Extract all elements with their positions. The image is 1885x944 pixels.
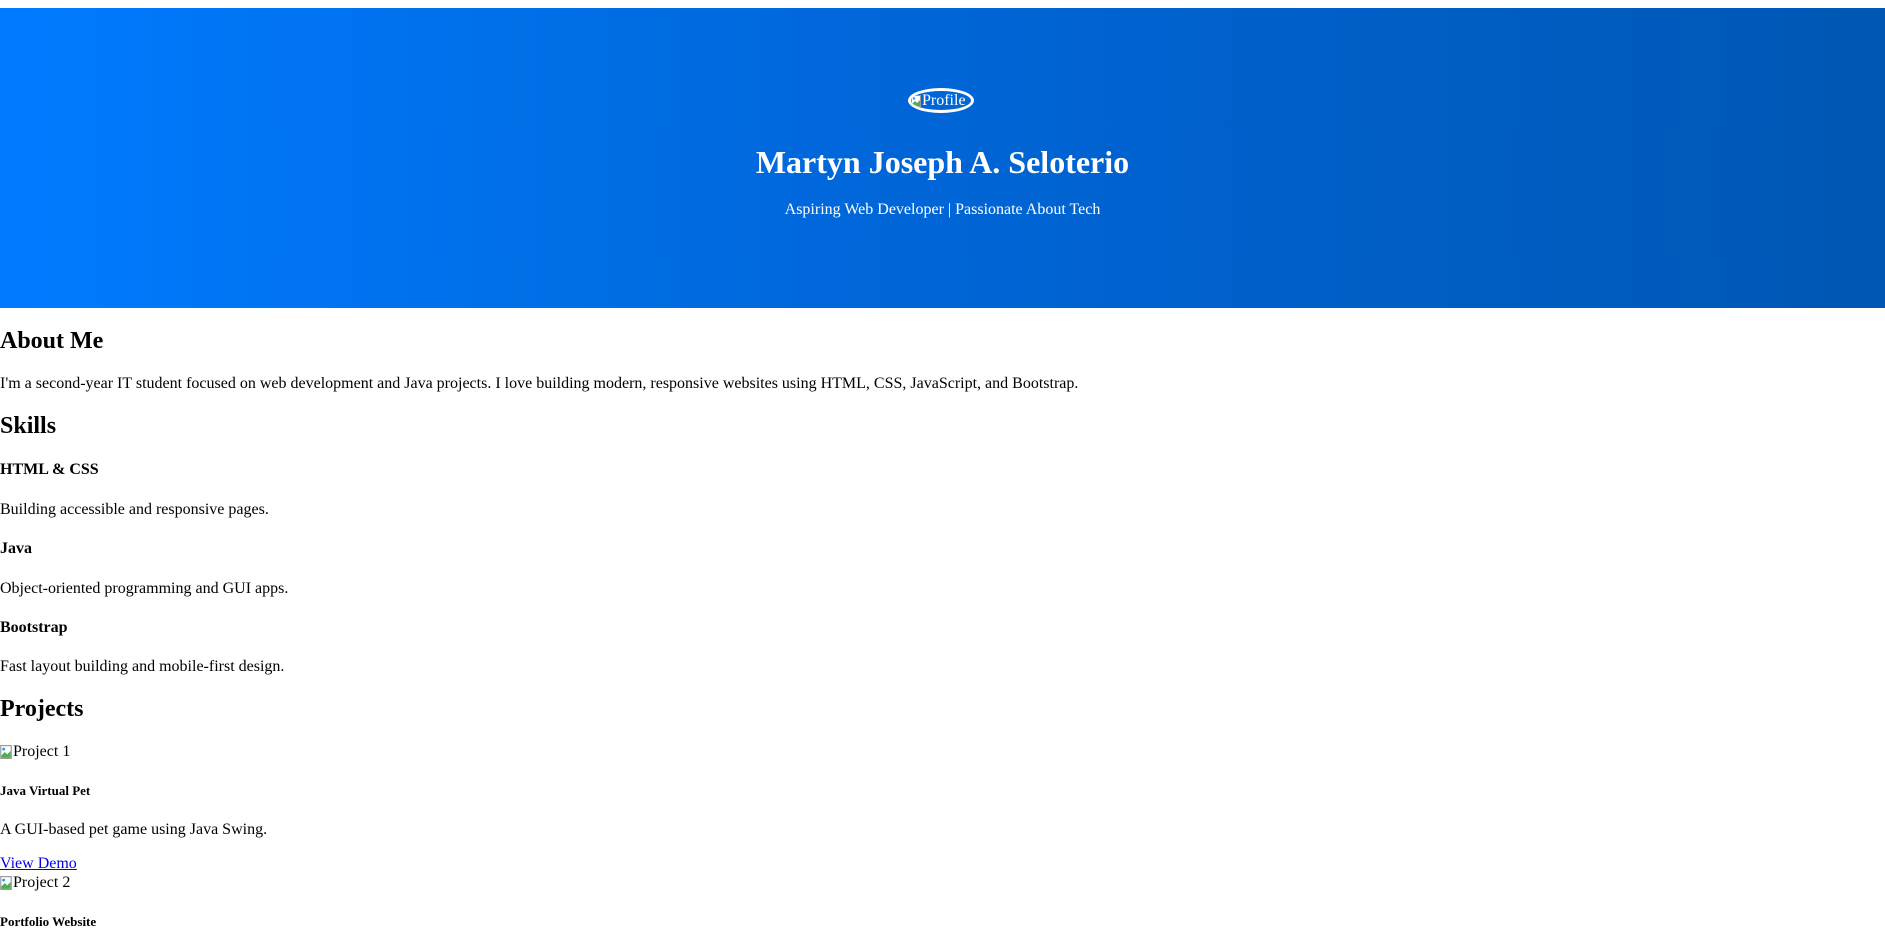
project-image-alt: Project 2 [13, 874, 71, 891]
project-image-alt: Project 1 [13, 743, 71, 760]
skill-name: HTML & CSS [0, 461, 99, 478]
project-name: Portfolio Website [0, 914, 97, 929]
skills-title: Skills [0, 413, 57, 439]
broken-image-icon [911, 94, 921, 107]
hero-name: Martyn Joseph A. Seloterio [755, 144, 1130, 180]
about-text: I'm a second-year IT student focused on … [0, 375, 1079, 392]
skill-name: Bootstrap [0, 619, 68, 636]
profile-image: Profile [908, 88, 974, 113]
profile-image-alt: Profile [922, 91, 966, 109]
hero-tagline: Aspiring Web Developer | Passionate Abou… [784, 201, 1101, 218]
skill-description: Building accessible and responsive pages… [0, 501, 269, 518]
project-description: A GUI-based pet game using Java Swing. [0, 821, 268, 838]
broken-image-icon [0, 876, 12, 890]
projects-title: Projects [0, 696, 84, 722]
project-image: Project 2 [0, 873, 70, 893]
skill-description: Object-oriented programming and GUI apps… [0, 580, 289, 597]
about-title: About Me [0, 328, 104, 354]
skill-description: Fast layout building and mobile-first de… [0, 658, 285, 675]
view-demo-link[interactable]: View Demo [0, 854, 77, 874]
project-image: Project 1 [0, 742, 70, 762]
hero-header: Profile Martyn Joseph A. Seloterio Aspir… [0, 8, 1885, 308]
broken-image-icon [0, 745, 12, 759]
project-name: Java Virtual Pet [0, 783, 91, 798]
skill-name: Java [0, 540, 32, 557]
page: Profile Martyn Joseph A. Seloterio Aspir… [0, 0, 1885, 944]
